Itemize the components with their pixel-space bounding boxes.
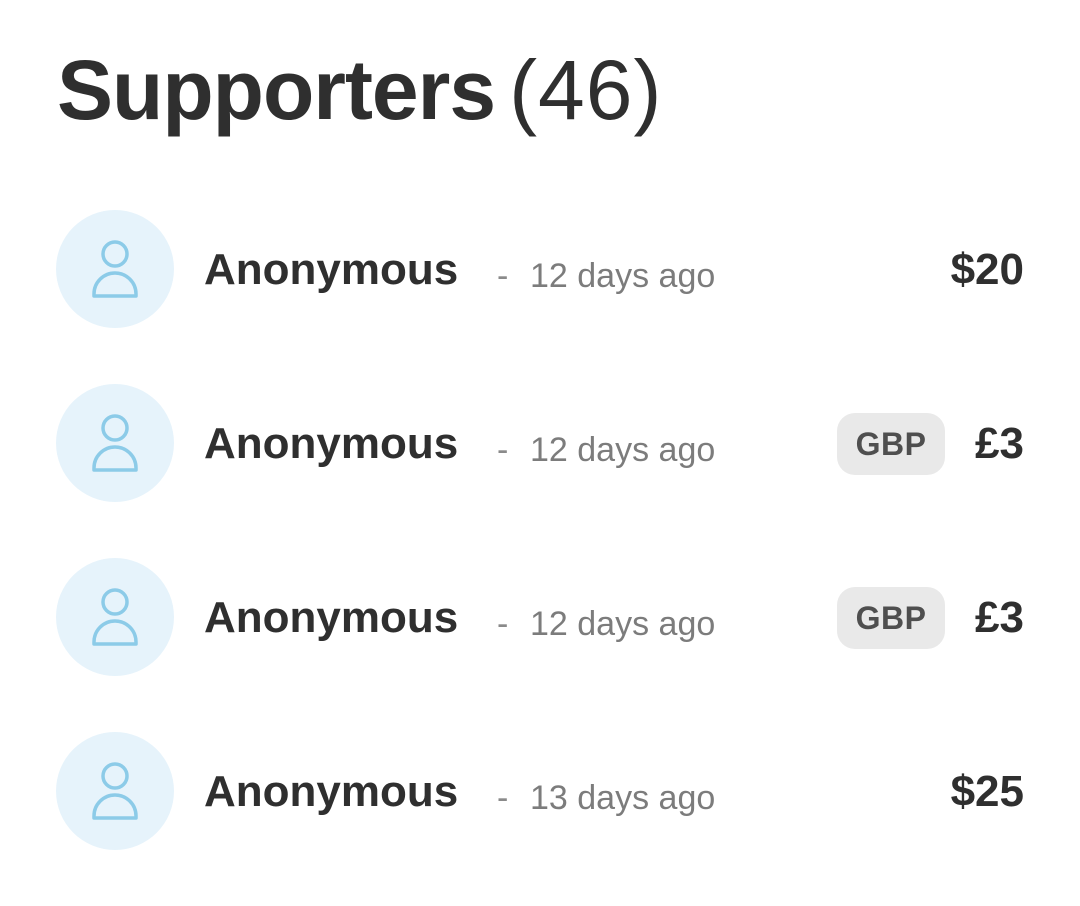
avatar <box>56 210 174 328</box>
supporter-row[interactable]: Anonymous - 12 days ago $20 <box>56 210 1024 328</box>
person-icon <box>92 240 138 298</box>
person-icon <box>92 588 138 646</box>
separator: - <box>497 431 509 469</box>
currency-badge: GBP <box>837 587 945 649</box>
page-title-text: Supporters <box>57 43 496 137</box>
page-title: Supporters (46) <box>57 40 662 140</box>
separator: - <box>497 605 509 643</box>
person-icon <box>92 762 138 820</box>
supporter-name: Anonymous <box>204 593 459 642</box>
supporter-row[interactable]: Anonymous - 12 days ago GBP £3 <box>56 558 1024 676</box>
supporter-name: Anonymous <box>204 245 459 294</box>
support-time: 13 days ago <box>530 779 716 817</box>
supporters-count: (46) <box>509 43 663 137</box>
avatar <box>56 732 174 850</box>
support-amount: $25 <box>950 767 1024 816</box>
support-time: 12 days ago <box>530 257 716 295</box>
separator: - <box>497 779 509 817</box>
separator: - <box>497 257 509 295</box>
avatar <box>56 558 174 676</box>
support-amount: £3 <box>975 593 1024 642</box>
supporters-list: Anonymous - 12 days ago $20 Anonymous - … <box>56 210 1024 906</box>
support-amount: £3 <box>975 419 1024 468</box>
supporter-row[interactable]: Anonymous - 12 days ago GBP £3 <box>56 384 1024 502</box>
person-icon <box>92 414 138 472</box>
avatar <box>56 384 174 502</box>
support-amount: $20 <box>950 245 1024 294</box>
support-time: 12 days ago <box>530 605 716 643</box>
support-time: 12 days ago <box>530 431 716 469</box>
supporter-name: Anonymous <box>204 419 459 468</box>
supporter-row[interactable]: Anonymous - 13 days ago $25 <box>56 732 1024 850</box>
currency-badge: GBP <box>837 413 945 475</box>
supporter-name: Anonymous <box>204 767 459 816</box>
